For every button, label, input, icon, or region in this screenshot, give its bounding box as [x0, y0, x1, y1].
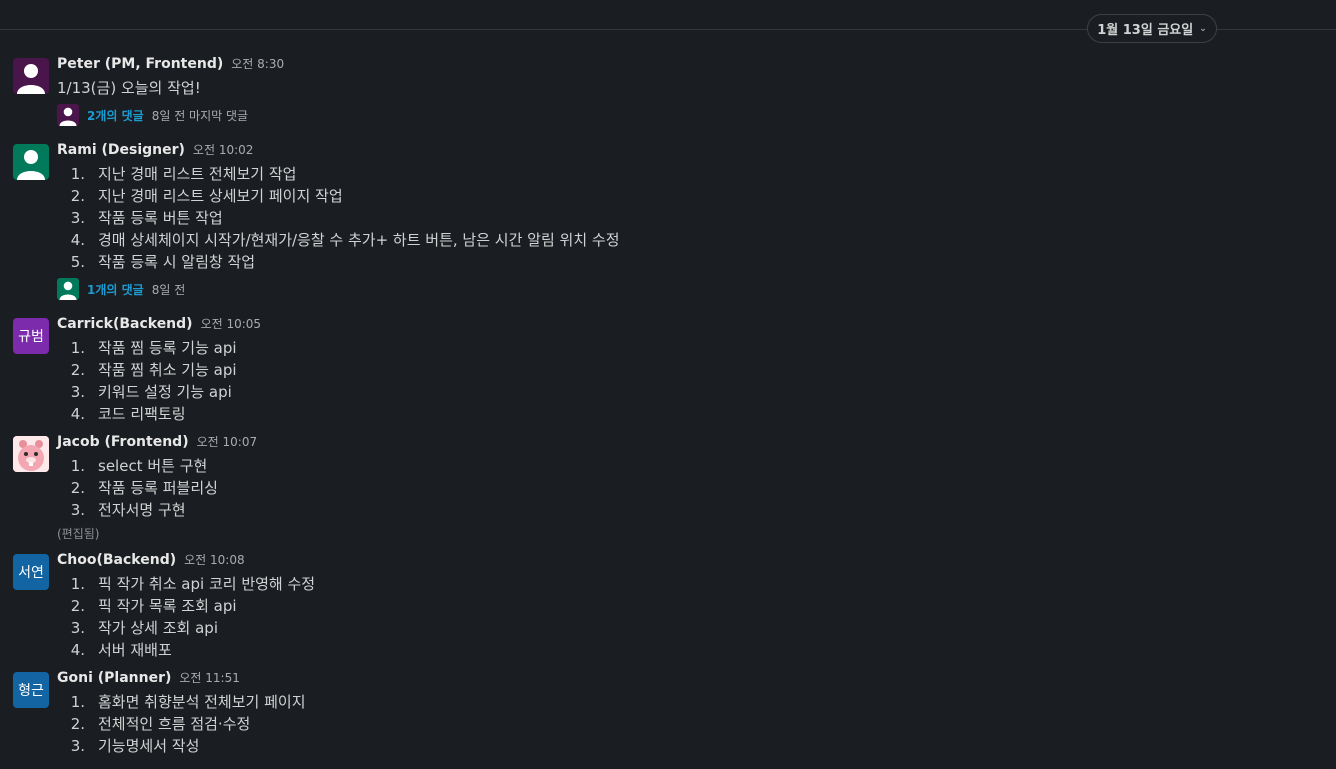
edited-label: (편집됨) [57, 527, 100, 541]
avatar[interactable] [13, 144, 49, 180]
message-text: 1/13(금) 오늘의 작업! [57, 79, 201, 97]
reply-avatar [57, 104, 79, 126]
beaver-character-icon [13, 436, 49, 472]
avatar-initials: 형근 [18, 683, 44, 699]
timestamp[interactable]: 오전 10:07 [197, 433, 257, 450]
sender-name[interactable]: Carrick(Backend) [57, 316, 193, 332]
list-item: 2. 작품 등록 퍼블리싱 [70, 479, 218, 497]
sender-name[interactable]: Goni (Planner) [57, 670, 171, 686]
reply-count[interactable]: 2개의 댓글 [87, 107, 144, 124]
list-item: 1. 작품 찜 등록 기능 api [70, 339, 237, 357]
list-item: 1. 픽 작가 취소 api 코리 반영해 수정 [70, 575, 316, 593]
list-item: 3. 작가 상세 조회 api [70, 619, 218, 637]
avatar-initials: 규범 [18, 329, 44, 345]
list-item: 4. 코드 리팩토링 [70, 405, 186, 423]
avatar[interactable]: 규범 [13, 318, 49, 354]
last-reply-time: 8일 전 [151, 282, 186, 297]
date-label: 1월 13일 금요일 [1097, 23, 1194, 38]
list-item: 1. 지난 경매 리스트 전체보기 작업 [70, 165, 297, 183]
task-list: 1. select 버튼 구현 2. 작품 등록 퍼블리싱 3. 전자서명 구현 [57, 455, 1336, 521]
last-reply-time: 8일 전 마지막 댓글 [151, 108, 249, 123]
task-list: 1. 지난 경매 리스트 전체보기 작업 2. 지난 경매 리스트 상세보기 페이지… [57, 163, 1336, 273]
timestamp[interactable]: 오전 10:05 [201, 315, 261, 332]
list-item: 2. 지난 경매 리스트 상세보기 페이지 작업 [70, 187, 343, 205]
avatar[interactable] [13, 436, 49, 472]
list-item: 2. 전체적인 흐름 점검·수정 [70, 715, 251, 733]
list-item: 2. 픽 작가 목록 조회 api [70, 597, 237, 615]
timestamp[interactable]: 오전 10:02 [193, 141, 253, 158]
user-icon [59, 281, 77, 300]
date-divider-button[interactable]: 1월 13일 금요일 ⌄ [1087, 14, 1217, 43]
list-item: 3. 키워드 설정 기능 api [70, 383, 232, 401]
reply-avatar [57, 278, 79, 300]
timestamp[interactable]: 오전 10:08 [184, 551, 244, 568]
sender-name[interactable]: Rami (Designer) [57, 142, 185, 158]
reply-count[interactable]: 1개의 댓글 [87, 281, 144, 298]
sender-name[interactable]: Peter (PM, Frontend) [57, 56, 223, 72]
list-item: 3. 기능명세서 작성 [70, 737, 200, 755]
user-icon [17, 150, 45, 180]
sender-name[interactable]: Choo(Backend) [57, 552, 176, 568]
timestamp[interactable]: 오전 11:51 [179, 669, 239, 686]
task-list: 1. 픽 작가 취소 api 코리 반영해 수정 2. 픽 작가 목록 조회 api… [57, 573, 1336, 661]
list-item: 3. 전자서명 구현 [70, 501, 186, 519]
avatar[interactable] [13, 58, 49, 94]
avatar[interactable]: 형근 [13, 672, 49, 708]
task-list: 1. 홈화면 취향분석 전체보기 페이지 2. 전체적인 흐름 점검·수정 3. 기능… [57, 691, 1336, 757]
list-item: 3. 작품 등록 버튼 작업 [70, 209, 223, 227]
list-item: 1. select 버튼 구현 [70, 457, 208, 475]
timestamp[interactable]: 오전 8:30 [231, 55, 284, 72]
list-item: 2. 작품 찜 취소 기능 api [70, 361, 237, 379]
chevron-down-icon: ⌄ [1199, 23, 1207, 34]
sender-name[interactable]: Jacob (Frontend) [57, 434, 189, 450]
thread-replies[interactable]: 1개의 댓글 8일 전 [57, 277, 1336, 301]
list-item: 4. 서버 재배포 [70, 641, 172, 659]
thread-replies[interactable]: 2개의 댓글 8일 전 마지막 댓글 [57, 103, 1336, 127]
task-list: 1. 작품 찜 등록 기능 api 2. 작품 찜 취소 기능 api 3. 키워드 … [57, 337, 1336, 425]
avatar-initials: 서연 [18, 565, 44, 581]
user-icon [59, 107, 77, 126]
user-icon [17, 64, 45, 94]
list-item: 4. 경매 상세체이지 시작가/현재가/응찰 수 추가+ 하트 버튼, 남은 시간… [70, 231, 620, 249]
list-item: 5. 작품 등록 시 알림창 작업 [70, 253, 256, 271]
avatar[interactable]: 서연 [13, 554, 49, 590]
list-item: 1. 홈화면 취향분석 전체보기 페이지 [70, 693, 306, 711]
